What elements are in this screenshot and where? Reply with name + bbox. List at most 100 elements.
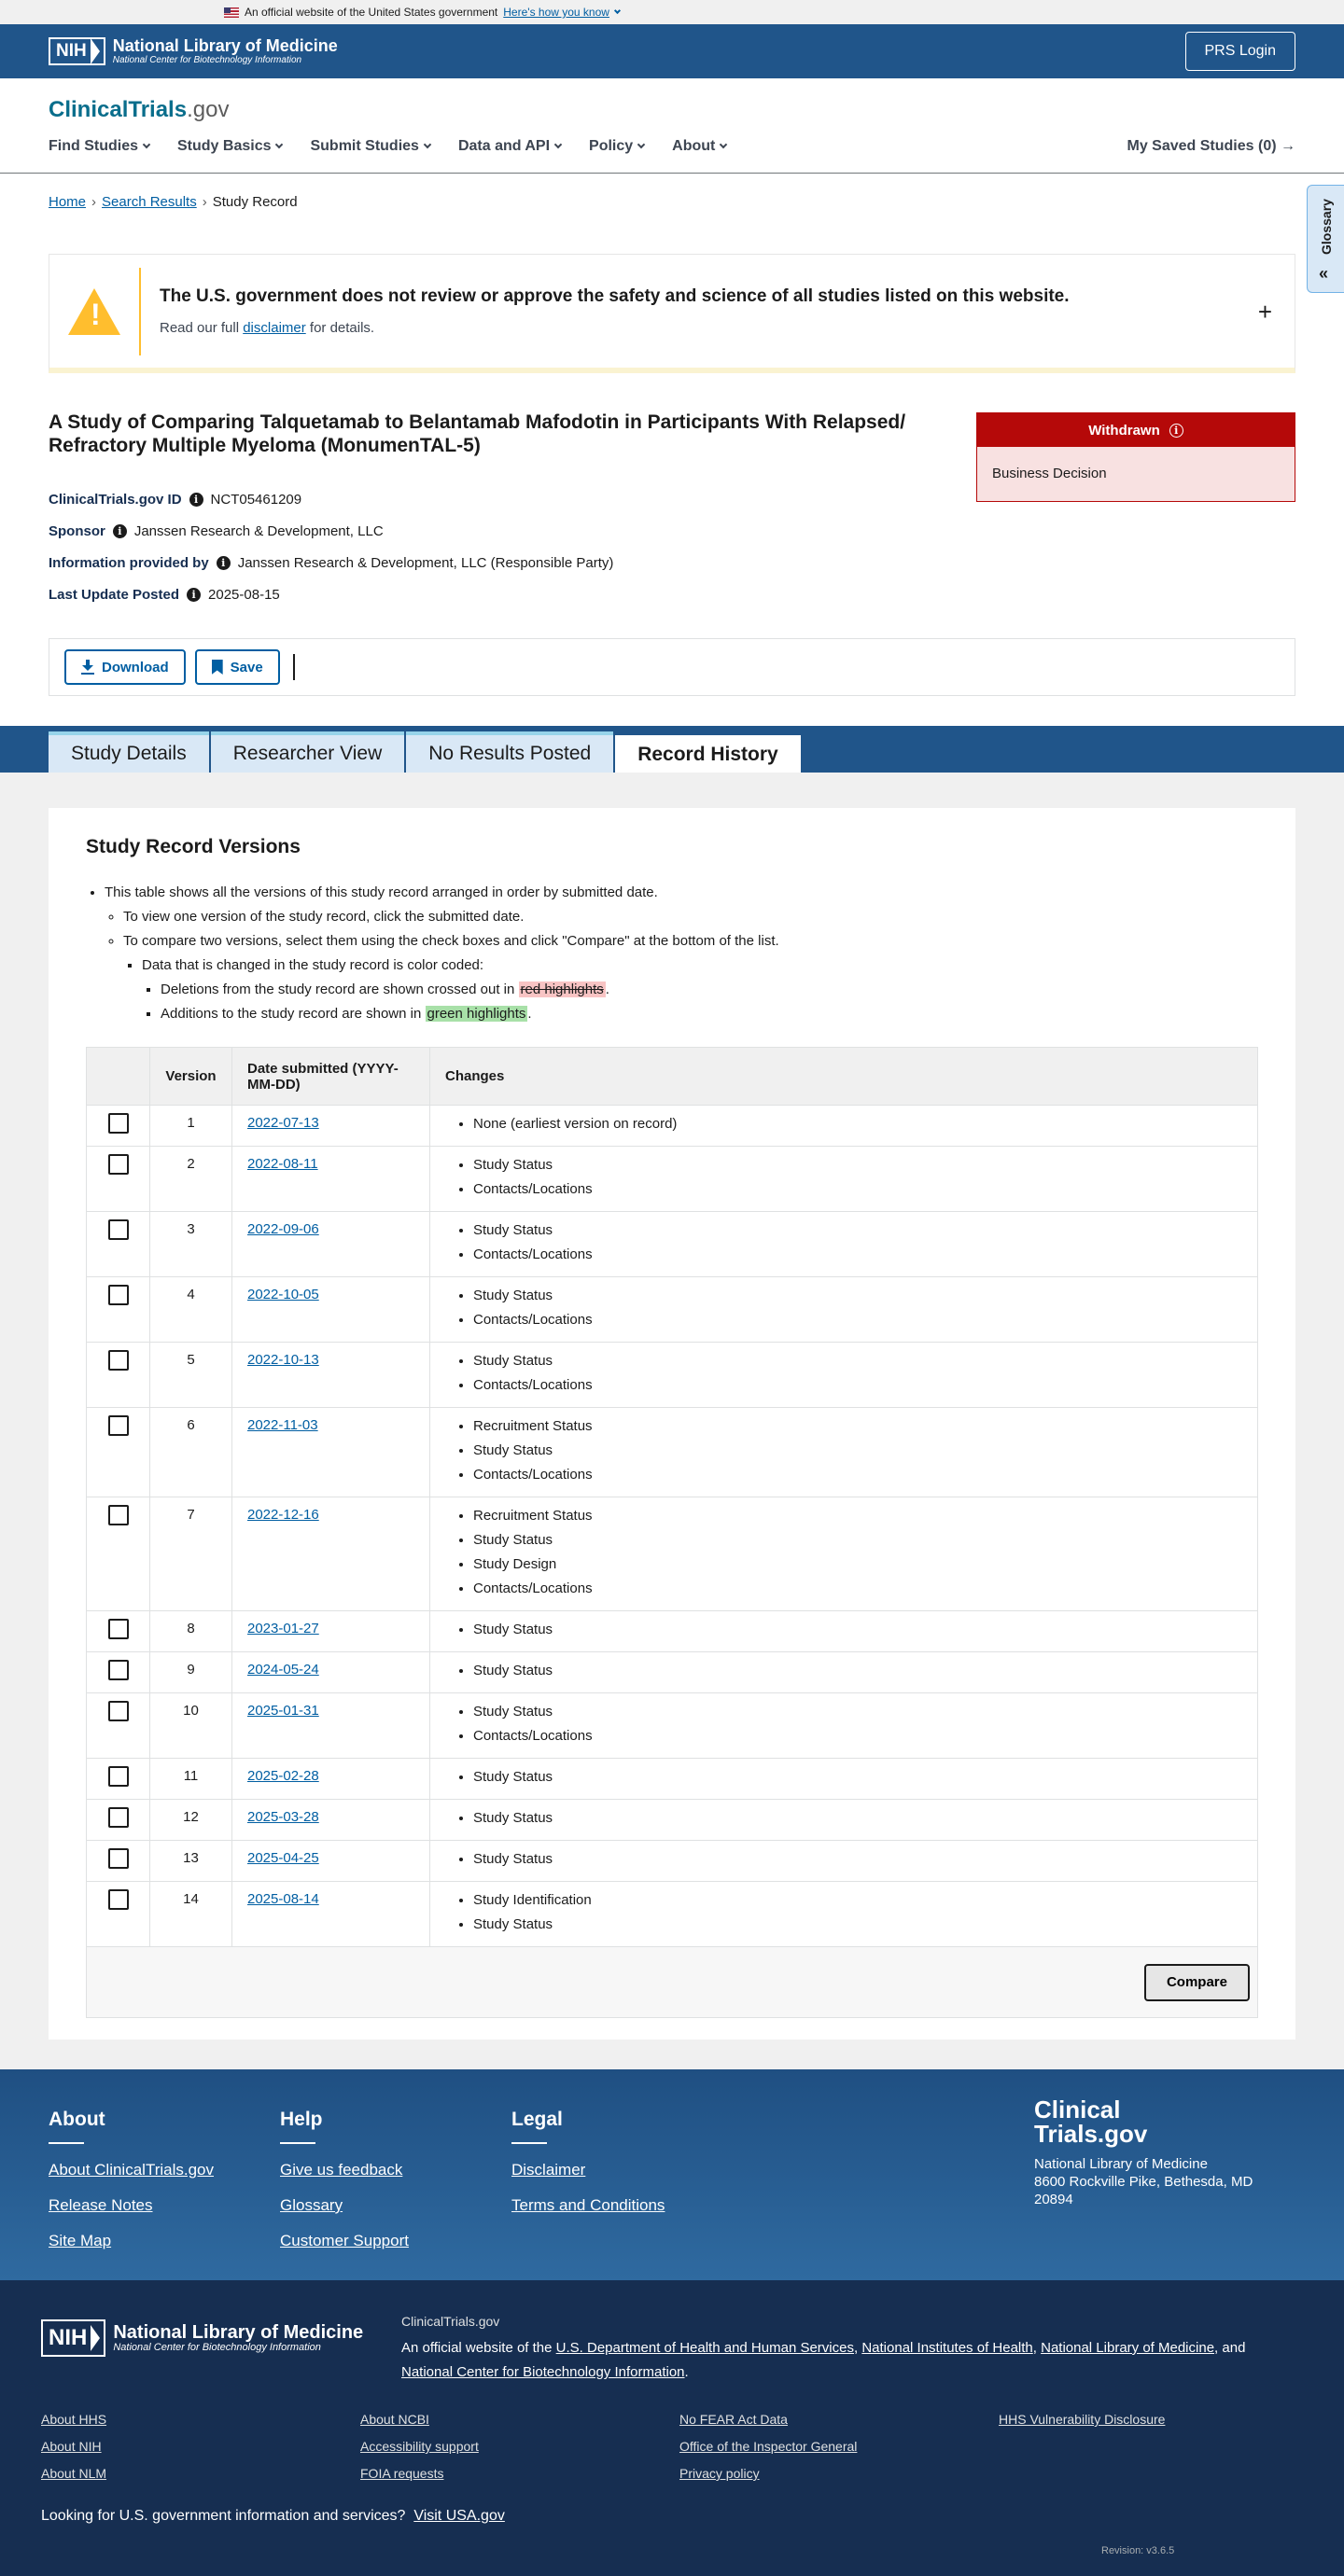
version-date-link[interactable]: 2022-11-03 <box>247 1417 318 1433</box>
link-vulnerability-disclosure[interactable]: HHS Vulnerability Disclosure <box>999 2411 1165 2429</box>
version-date-link[interactable]: 2022-10-13 <box>247 1352 319 1368</box>
breadcrumb-separator: › <box>91 194 97 210</box>
revision-text: Revision: v3.6.5 <box>1101 2545 1175 2556</box>
version-checkbox[interactable] <box>107 1113 129 1134</box>
footer-link-feedback[interactable]: Give us feedback <box>280 2159 409 2181</box>
link-inspector-general[interactable]: Office of the Inspector General <box>679 2438 857 2456</box>
tab-researcher-view[interactable]: Researcher View <box>210 731 405 773</box>
nav-data-and-api[interactable]: Data and API <box>458 138 563 155</box>
footer-link-site-map[interactable]: Site Map <box>49 2230 214 2252</box>
usa-gov-line: Looking for U.S. government information … <box>41 2508 505 2524</box>
link-ncbi[interactable]: National Center for Biotechnology Inform… <box>401 2364 685 2380</box>
tab-study-details[interactable]: Study Details <box>49 731 209 773</box>
official-website-text: An official website of the U.S. Departme… <box>401 2340 1246 2380</box>
nav-study-basics[interactable]: Study Basics <box>177 138 284 155</box>
info-icon[interactable]: i <box>187 587 202 602</box>
nav-find-studies[interactable]: Find Studies <box>49 138 151 155</box>
version-checkbox[interactable] <box>107 1219 129 1240</box>
nih-header-bar: NIH National Library of Medicine Nationa… <box>0 24 1344 78</box>
versions-table: Version Date submitted (YYYY-MM-DD) Chan… <box>86 1047 1258 2018</box>
disclaimer-link[interactable]: disclaimer <box>243 320 306 336</box>
footer-help: Help Give us feedback Glossary Customer … <box>280 2109 409 2252</box>
version-date-link[interactable]: 2022-07-13 <box>247 1115 319 1131</box>
version-checkbox[interactable] <box>107 1766 129 1787</box>
download-button[interactable]: Download <box>64 649 186 685</box>
prs-login-button[interactable]: PRS Login <box>1184 32 1295 71</box>
link-about-ncbi[interactable]: About NCBI <box>360 2411 479 2429</box>
footer-link-support[interactable]: Customer Support <box>280 2230 409 2252</box>
version-checkbox[interactable] <box>107 1350 129 1371</box>
link-about-nlm[interactable]: About NLM <box>41 2465 106 2483</box>
version-date-link[interactable]: 2025-04-25 <box>247 1850 319 1866</box>
version-checkbox[interactable] <box>107 1154 129 1175</box>
version-checkbox[interactable] <box>107 1285 129 1305</box>
clinicaltrials-logo[interactable]: ClinicalTrials.gov <box>49 97 229 123</box>
footer-link-about-ctgov[interactable]: About ClinicalTrials.gov <box>49 2159 214 2181</box>
chevron-down-icon <box>613 7 621 14</box>
footer-link-disclaimer[interactable]: Disclaimer <box>511 2159 665 2181</box>
table-row: 11 2025-02-28 Study Status <box>86 1758 1258 1800</box>
save-button[interactable]: Save <box>194 649 280 685</box>
version-date-link[interactable]: 2025-08-14 <box>247 1891 319 1907</box>
link-hhs[interactable]: U.S. Department of Health and Human Serv… <box>556 2340 854 2356</box>
link-privacy[interactable]: Privacy policy <box>679 2465 857 2483</box>
expand-alert-toggle[interactable]: + <box>1258 298 1272 327</box>
gov-banner: An official website of the United States… <box>0 0 1344 24</box>
version-date-link[interactable]: 2024-05-24 <box>247 1662 319 1678</box>
link-no-fear[interactable]: No FEAR Act Data <box>679 2411 857 2429</box>
version-date-link[interactable]: 2022-08-11 <box>247 1156 318 1172</box>
visit-usa-gov-link[interactable]: Visit USA.gov <box>413 2508 505 2524</box>
version-checkbox[interactable] <box>107 1505 129 1525</box>
version-checkbox[interactable] <box>107 1660 129 1680</box>
version-date-link[interactable]: 2022-09-06 <box>247 1221 319 1237</box>
nlm-logo[interactable]: NIH National Library of Medicine Nationa… <box>49 35 338 66</box>
version-checkbox[interactable] <box>107 1619 129 1639</box>
my-saved-studies-link[interactable]: My Saved Studies (0) → <box>1127 138 1296 155</box>
column-header-date: Date submitted (YYYY-MM-DD) <box>231 1047 430 1106</box>
nlm-footer-logo[interactable]: NIH National Library of Medicine Nationa… <box>41 2319 363 2357</box>
link-nih[interactable]: National Institutes of Health <box>861 2340 1032 2356</box>
compare-button[interactable]: Compare <box>1143 1963 1250 2001</box>
version-date-link[interactable]: 2025-02-28 <box>247 1768 319 1784</box>
version-date-link[interactable]: 2023-01-27 <box>247 1621 319 1636</box>
versions-intro: This table shows all the versions of thi… <box>86 881 779 1026</box>
nlm-logo-subtitle: National Center for Biotechnology Inform… <box>112 54 302 65</box>
nlm-logo-title: National Library of Medicine <box>112 35 338 55</box>
nav-about[interactable]: About <box>672 138 728 155</box>
bookmark-icon <box>211 660 223 675</box>
link-foia[interactable]: FOIA requests <box>360 2465 479 2483</box>
link-about-nih[interactable]: About NIH <box>41 2438 106 2456</box>
link-about-hhs[interactable]: About HHS <box>41 2411 106 2429</box>
version-checkbox[interactable] <box>107 1701 129 1721</box>
table-row: 7 2022-12-16 Recruitment StatusStudy Statu… <box>86 1497 1258 1611</box>
info-icon[interactable]: i <box>189 492 203 507</box>
nav-policy[interactable]: Policy <box>589 138 646 155</box>
version-checkbox[interactable] <box>107 1807 129 1828</box>
version-checkbox[interactable] <box>107 1415 129 1436</box>
footer-link-terms[interactable]: Terms and Conditions <box>511 2194 665 2217</box>
footer-link-glossary[interactable]: Glossary <box>280 2194 409 2217</box>
info-icon[interactable]: i <box>216 555 231 570</box>
tab-record-history[interactable]: Record History <box>615 731 801 774</box>
version-date-link[interactable]: 2025-03-28 <box>247 1809 319 1825</box>
version-date-link[interactable]: 2025-01-31 <box>247 1703 319 1719</box>
chevron-left-icon: « <box>1319 264 1329 283</box>
link-accessibility[interactable]: Accessibility support <box>360 2438 479 2456</box>
glossary-tab[interactable]: Glossary « <box>1307 185 1344 293</box>
breadcrumb-search-results[interactable]: Search Results <box>102 194 197 210</box>
version-date-link[interactable]: 2022-10-05 <box>247 1287 319 1302</box>
version-number: 10 <box>149 1692 232 1759</box>
breadcrumb-home[interactable]: Home <box>49 194 86 210</box>
version-date-link[interactable]: 2022-12-16 <box>247 1507 319 1523</box>
study-tabs-bar: Study Details Researcher View No Results… <box>0 726 1344 774</box>
version-checkbox[interactable] <box>107 1889 129 1910</box>
footer-address: National Library of Medicine 8600 Rockvi… <box>1034 2156 1253 2207</box>
info-icon[interactable]: i <box>1169 423 1183 438</box>
version-checkbox[interactable] <box>107 1848 129 1869</box>
link-nlm[interactable]: National Library of Medicine <box>1041 2340 1214 2356</box>
nav-submit-studies[interactable]: Submit Studies <box>310 138 432 155</box>
heres-how-you-know-link[interactable]: Here's how you know <box>503 6 609 19</box>
tab-no-results-posted[interactable]: No Results Posted <box>406 731 614 773</box>
info-icon[interactable]: i <box>112 523 127 538</box>
footer-link-release-notes[interactable]: Release Notes <box>49 2194 214 2217</box>
